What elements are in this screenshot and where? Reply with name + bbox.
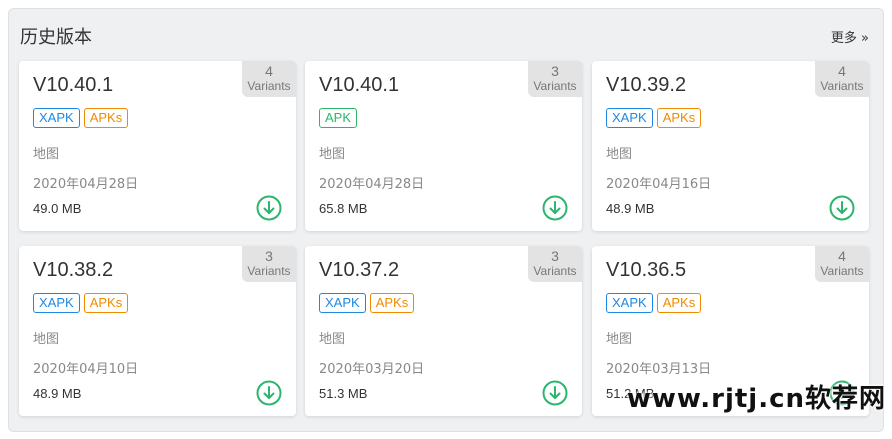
tag-xapk: XAPK <box>33 293 80 313</box>
variants-badge: 4 Variants <box>815 246 869 282</box>
category-label: 地图 <box>319 147 346 162</box>
variants-count: 3 <box>265 248 273 264</box>
tag-xapk: XAPK <box>319 293 366 313</box>
version-card[interactable]: 3 Variants V10.40.1 APK 地图 2020年04月28日 6… <box>305 61 582 231</box>
release-date: 2020年04月10日 <box>33 362 139 377</box>
variants-label: Variants <box>820 79 864 93</box>
release-date: 2020年04月16日 <box>606 177 712 192</box>
variants-label: Variants <box>533 79 577 93</box>
tag-xapk: XAPK <box>33 108 80 128</box>
variants-badge: 3 Variants <box>528 61 582 97</box>
variants-count: 4 <box>838 248 846 264</box>
version-card[interactable]: 3 Variants V10.38.2 XAPK APKs 地图 2020年04月… <box>19 246 296 416</box>
watermark: www.rjtj.cn软荐网 <box>626 384 886 414</box>
category-label: 地图 <box>33 332 60 347</box>
tag-xapk: XAPK <box>606 108 653 128</box>
category-label: 地图 <box>319 332 346 347</box>
file-size: 51.3 MB <box>319 386 368 401</box>
variants-badge: 3 Variants <box>528 246 582 282</box>
file-size: 48.9 MB <box>606 201 655 216</box>
version-card[interactable]: 4 Variants V10.39.2 XAPK APKs 地图 2020年04月… <box>592 61 869 231</box>
package-tags: XAPK APKs <box>33 108 129 128</box>
tag-apk: APK <box>319 108 358 128</box>
more-link[interactable]: 更多 » <box>831 27 869 46</box>
version-number: V10.40.1 <box>319 74 400 96</box>
version-number: V10.40.1 <box>33 74 114 96</box>
tag-apks: APKs <box>656 293 702 313</box>
section-title: 历史版本 <box>20 27 92 48</box>
package-tags: XAPK APKs <box>606 108 702 128</box>
tag-apks: APKs <box>83 108 129 128</box>
variants-badge: 4 Variants <box>242 61 296 97</box>
release-date: 2020年04月28日 <box>33 177 139 192</box>
version-card[interactable]: 3 Variants V10.37.2 XAPK APKs 地图 2020年03月… <box>305 246 582 416</box>
package-tags: XAPK APKs <box>606 293 702 313</box>
release-date: 2020年03月20日 <box>319 362 425 377</box>
variants-count: 3 <box>551 63 559 79</box>
package-tags: XAPK APKs <box>33 293 129 313</box>
tag-apks: APKs <box>83 293 129 313</box>
variants-count: 4 <box>265 63 273 79</box>
variants-badge: 4 Variants <box>815 61 869 97</box>
variants-label: Variants <box>247 79 291 93</box>
file-size: 48.9 MB <box>33 386 82 401</box>
download-circle-icon[interactable] <box>542 195 568 221</box>
variants-count: 4 <box>838 63 846 79</box>
category-label: 地图 <box>606 332 633 347</box>
release-date: 2020年03月13日 <box>606 362 712 377</box>
variants-badge: 3 Variants <box>242 246 296 282</box>
version-card[interactable]: 4 Variants V10.40.1 XAPK APKs 地图 2020年04月… <box>19 61 296 231</box>
variants-count: 3 <box>551 248 559 264</box>
variants-label: Variants <box>820 264 864 278</box>
tag-xapk: XAPK <box>606 293 653 313</box>
variants-label: Variants <box>533 264 577 278</box>
tag-apks: APKs <box>369 293 415 313</box>
package-tags: APK <box>319 108 358 128</box>
category-label: 地图 <box>33 147 60 162</box>
version-number: V10.38.2 <box>33 259 114 281</box>
download-circle-icon[interactable] <box>256 380 282 406</box>
version-number: V10.39.2 <box>606 74 687 96</box>
version-number: V10.37.2 <box>319 259 400 281</box>
version-number: V10.36.5 <box>606 259 687 281</box>
release-date: 2020年04月28日 <box>319 177 425 192</box>
variants-label: Variants <box>247 264 291 278</box>
download-circle-icon[interactable] <box>542 380 568 406</box>
category-label: 地图 <box>606 147 633 162</box>
file-size: 49.0 MB <box>33 201 82 216</box>
download-circle-icon[interactable] <box>829 195 855 221</box>
package-tags: XAPK APKs <box>319 293 415 313</box>
history-versions-panel: 历史版本 更多 » 4 Variants V10.40.1 XAPK APKs 地… <box>8 8 884 432</box>
download-circle-icon[interactable] <box>256 195 282 221</box>
tag-apks: APKs <box>656 108 702 128</box>
file-size: 65.8 MB <box>319 201 368 216</box>
